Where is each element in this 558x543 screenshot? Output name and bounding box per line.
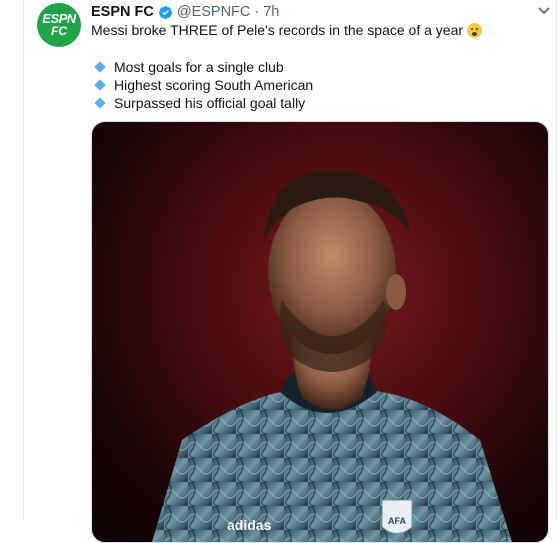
list-item: Highest scoring South American [94,76,314,94]
tweet-timestamp[interactable]: 7h [263,4,279,20]
list-item-text: Surpassed his official goal tally [114,95,306,111]
author-name[interactable]: ESPN FC [91,4,154,20]
crest-text: AFA [388,516,407,526]
shirt-brand-logo: adidas [227,517,272,533]
avatar[interactable]: ESPN FC [37,3,81,47]
tweet-header: ESPN FC @ESPNFC · 7h [91,3,279,21]
avatar-logo-line2: FC [51,24,67,38]
separator-dot: · [254,4,260,20]
exploding-head-emoji-icon [467,22,483,38]
tweet-media-image[interactable]: adidas AFA [91,121,549,543]
list-item: Most goals for a single club [94,58,313,76]
list-item-text: Highest scoring South American [114,77,314,93]
timeline-left-border [23,0,24,520]
blue-diamond-icon [94,79,106,91]
tweet-text: Messi broke THREE of Pele's records in t… [91,22,483,38]
chevron-down-icon[interactable] [538,6,550,16]
timeline-right-border [556,0,557,520]
list-item: Surpassed his official goal tally [94,94,313,112]
tweet-text-content: Messi broke THREE of Pele's records in t… [91,22,464,38]
afa-crest-icon: AFA [381,499,413,534]
blue-diamond-icon [94,61,106,73]
player-photo: adidas AFA [152,170,512,542]
author-handle[interactable]: @ESPNFC [177,4,251,20]
bullet-list: Most goals for a single club Highest sco… [94,58,314,112]
verified-badge-icon [158,5,172,19]
list-item-text: Most goals for a single club [114,59,284,75]
blue-diamond-icon [94,97,106,109]
